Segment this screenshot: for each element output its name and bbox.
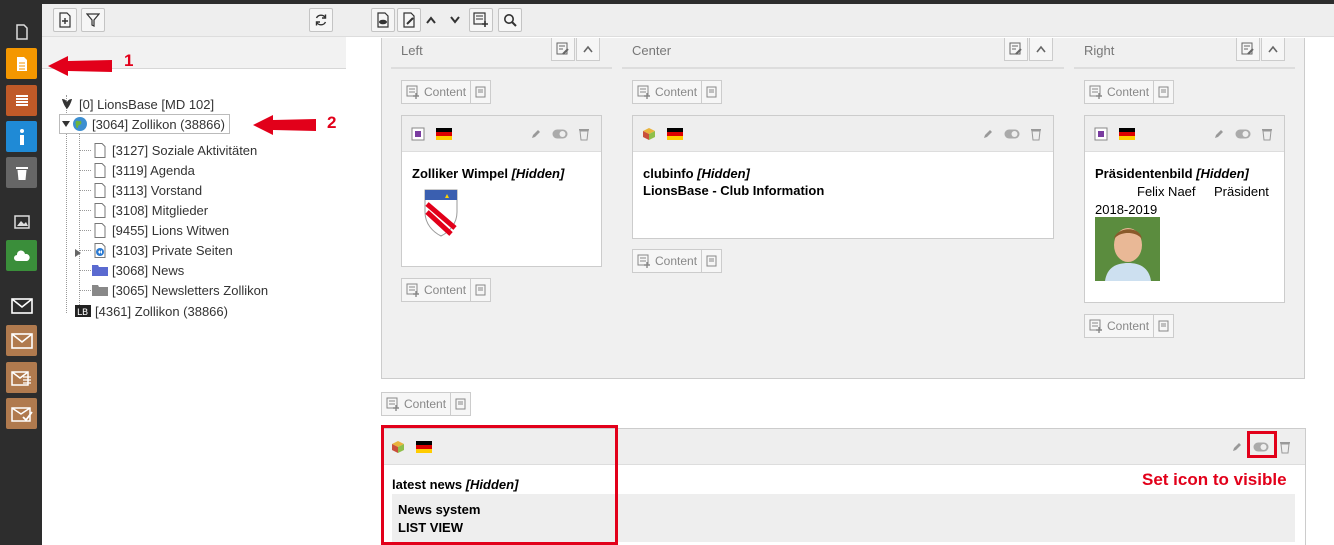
annotation-arrow-2 <box>253 115 316 135</box>
annotation-number-1: 1 <box>124 51 134 70</box>
annotation-number-2: 2 <box>327 113 337 132</box>
annotation-arrow-1 <box>48 56 112 76</box>
annotation-arrows <box>48 56 316 135</box>
